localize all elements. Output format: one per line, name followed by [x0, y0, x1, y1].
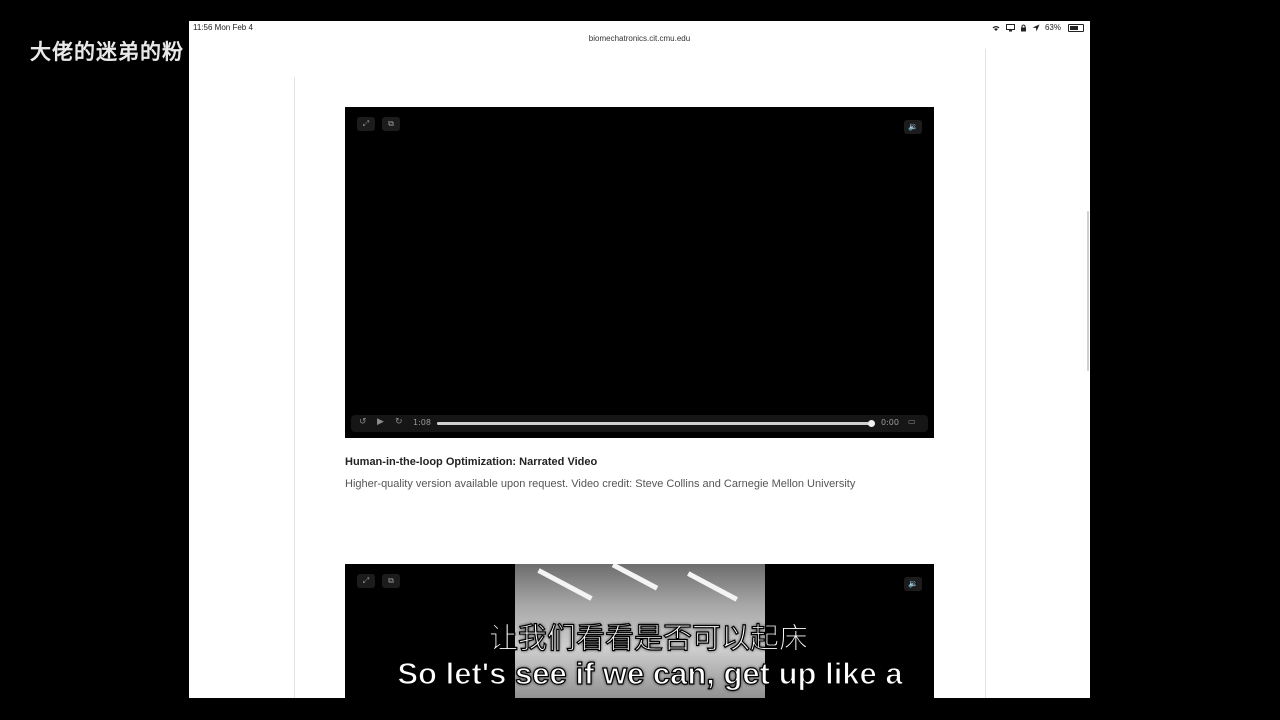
seek-bar[interactable]: [437, 420, 875, 427]
status-date: Mon Feb 4: [214, 23, 253, 32]
content-divider-right: [985, 49, 986, 698]
page-scrollbar[interactable]: [1087, 211, 1089, 371]
volume-icon[interactable]: 🔉: [904, 119, 922, 134]
battery-fill: [1070, 25, 1078, 30]
battery-percent: 63%: [1044, 23, 1061, 32]
video-top-controls: ⤢ ⧉: [357, 117, 400, 131]
fullscreen-icon[interactable]: ⤢: [357, 117, 375, 131]
ipad-screen: 11:56 Mon Feb 4 63% biomechatronics.cit.…: [189, 21, 1090, 698]
remaining-time: 0:00: [881, 418, 899, 427]
screen-mirror-icon: [1005, 23, 1015, 31]
narrated-video-player[interactable]: ⤢ ⧉ 🔉 ↺ ▶ ↻ 1:08 0:00 ▭: [345, 107, 934, 438]
subtitle-english: So let's see if we can, get up like a: [397, 655, 903, 691]
skip-forward-icon[interactable]: ↻: [395, 417, 403, 427]
video-control-bar: ↺ ▶ ↻ 1:08 0:00 ▭: [351, 415, 928, 432]
lock-rotation-icon: [1020, 24, 1026, 31]
current-time: 1:08: [413, 418, 431, 427]
location-icon: [1032, 24, 1040, 31]
volume-control: 🔉: [904, 116, 922, 134]
wifi-icon: [992, 25, 1000, 31]
battery-icon: [1068, 23, 1084, 32]
subtitle-chinese: 让我们看看是否可以起床: [488, 620, 808, 655]
content-divider-left: [294, 77, 295, 698]
fullscreen-icon[interactable]: ⤢: [357, 574, 375, 588]
play-icon[interactable]: ▶: [377, 417, 384, 427]
seek-bar-progress: [437, 422, 871, 425]
volume-icon[interactable]: 🔉: [904, 576, 922, 591]
video-caption-credit: Higher-quality version available upon re…: [345, 478, 856, 490]
status-icons: 63%: [991, 23, 1084, 32]
skip-back-icon[interactable]: ↺: [359, 417, 367, 427]
status-bar: 11:56 Mon Feb 4 63%: [189, 21, 1090, 35]
channel-watermark: 大佬的迷弟的粉: [30, 40, 184, 64]
address-bar-url[interactable]: biomechatronics.cit.cmu.edu: [189, 34, 1090, 43]
video-caption-title: Human-in-the-loop Optimization: Narrated…: [345, 456, 598, 468]
picture-in-picture-icon[interactable]: ⧉: [382, 574, 400, 588]
status-clock: 11:56 Mon Feb 4: [193, 23, 253, 32]
status-time: 11:56: [193, 23, 213, 32]
airplay-icon[interactable]: ▭: [908, 417, 916, 426]
picture-in-picture-icon[interactable]: ⧉: [382, 117, 400, 131]
seek-bar-knob[interactable]: [867, 420, 875, 427]
video-top-controls: ⤢ ⧉: [357, 574, 400, 588]
volume-control: 🔉: [904, 573, 922, 591]
